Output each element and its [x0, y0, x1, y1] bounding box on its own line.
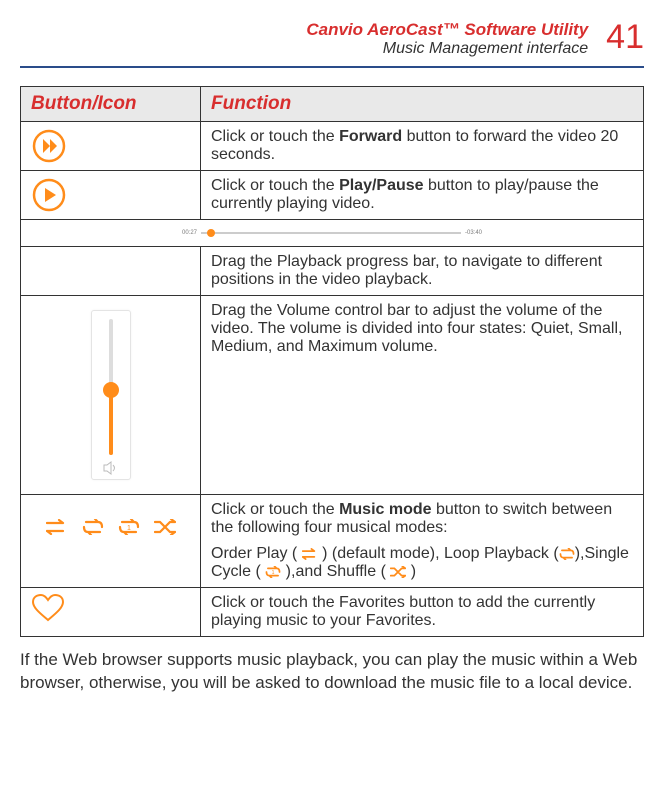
table-row: Click or touch the Favorites button to a…: [21, 588, 644, 637]
volume-track[interactable]: [109, 319, 113, 455]
svg-text:1: 1: [272, 570, 275, 576]
loop-playback-icon: [559, 545, 575, 562]
cell-modes-text: Click or touch the Music mode button to …: [201, 495, 644, 588]
svg-text:1: 1: [127, 525, 131, 532]
text: ) (default mode), Loop Playback (: [318, 545, 559, 562]
text: Click or touch the: [211, 177, 339, 194]
product-title: Canvio AeroCast™ Software Utility: [306, 20, 588, 40]
cell-modes-icons: 1: [21, 495, 201, 588]
table-row: Drag the Volume control bar to adjust th…: [21, 296, 644, 495]
loop-playback-icon: [82, 519, 104, 535]
cell-volume-widget: [21, 296, 201, 495]
cell-forward-text: Click or touch the Forward button to for…: [201, 122, 644, 171]
reference-table: Button/Icon Function Click or touch the …: [20, 86, 644, 637]
text: Click or touch the: [211, 501, 339, 518]
page-header: Canvio AeroCast™ Software Utility Music …: [20, 20, 644, 68]
cell-favorites-text: Click or touch the Favorites button to a…: [201, 588, 644, 637]
table-row: 1 Click or touch the Music mode button t…: [21, 495, 644, 588]
text-bold: Music mode: [339, 501, 431, 518]
table-row: Click or touch the Play/Pause button to …: [21, 171, 644, 220]
speaker-icon: [103, 461, 119, 475]
single-cycle-icon: 1: [265, 563, 281, 580]
volume-knob[interactable]: [103, 382, 119, 398]
cell-play-text: Click or touch the Play/Pause button to …: [201, 171, 644, 220]
header-text: Canvio AeroCast™ Software Utility Music …: [306, 20, 588, 58]
time-elapsed: 00:27: [182, 230, 197, 236]
text: ): [406, 563, 416, 580]
page-number: 41: [606, 20, 644, 54]
cell-play-icon: [21, 171, 201, 220]
footer-paragraph: If the Web browser supports music playba…: [20, 649, 644, 695]
text-bold: Play/Pause: [339, 177, 424, 194]
forward-icon: [31, 128, 67, 164]
volume-control[interactable]: [91, 310, 131, 480]
page-subtitle: Music Management interface: [306, 40, 588, 58]
heart-icon: [31, 594, 65, 622]
cell-forward-icon: [21, 122, 201, 171]
text: ),and Shuffle (: [281, 563, 390, 580]
text: Order Play (: [211, 545, 302, 562]
cell-favorites-icon: [21, 588, 201, 637]
order-play-icon: [302, 545, 318, 562]
progress-knob[interactable]: [207, 229, 215, 237]
cell-progress-widget: 00:27 -03:40: [21, 220, 644, 247]
play-pause-icon: [31, 177, 67, 213]
single-cycle-icon: 1: [118, 519, 140, 535]
header-button-icon: Button/Icon: [21, 87, 201, 122]
table-row: Drag the Playback progress bar, to navig…: [21, 247, 644, 296]
music-mode-icons: 1: [31, 501, 190, 553]
text-bold: Forward: [339, 128, 402, 145]
order-play-icon: [46, 519, 68, 535]
volume-fill: [109, 390, 113, 455]
table-row: Click or touch the Forward button to for…: [21, 122, 644, 171]
text: Click or touch the: [211, 128, 339, 145]
playback-progress-bar[interactable]: 00:27 -03:40: [21, 220, 643, 246]
time-remaining: -03:40: [465, 230, 482, 236]
cell-progress-empty: [21, 247, 201, 296]
shuffle-icon: [390, 563, 406, 580]
shuffle-icon: [154, 519, 176, 535]
progress-track[interactable]: [201, 232, 461, 234]
table-header-row: Button/Icon Function: [21, 87, 644, 122]
header-function: Function: [201, 87, 644, 122]
cell-progress-text: Drag the Playback progress bar, to navig…: [201, 247, 644, 296]
table-row: 00:27 -03:40: [21, 220, 644, 247]
cell-volume-text: Drag the Volume control bar to adjust th…: [201, 296, 644, 495]
